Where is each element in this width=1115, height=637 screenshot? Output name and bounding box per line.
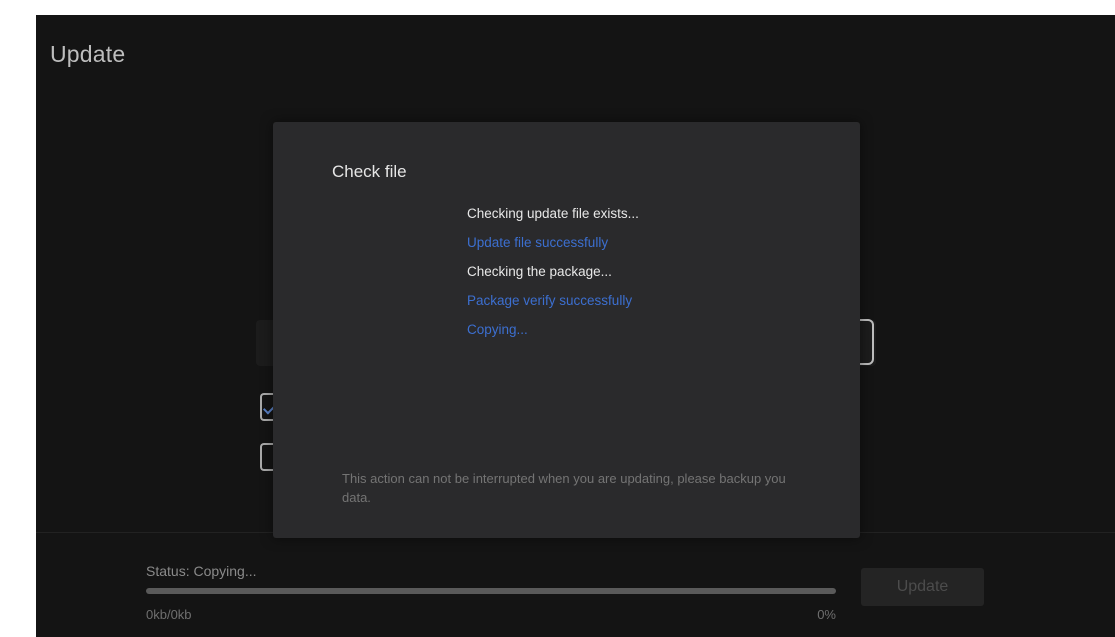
status-text: Status: Copying... <box>146 563 257 579</box>
page-title: Update <box>50 41 126 67</box>
log-line: Update file successfully <box>467 235 609 250</box>
check-file-dialog: Check file Checking update file exists..… <box>273 122 860 538</box>
log-line: Copying... <box>467 322 528 337</box>
log-line: Checking the package... <box>467 264 612 279</box>
percent-text: 0% <box>817 607 836 622</box>
progress-bar <box>146 588 836 594</box>
update-screen: Update Status: Copying... 0kb/0kb 0% Upd… <box>36 15 1115 637</box>
update-button[interactable]: Update <box>861 568 984 606</box>
update-log: Checking update file exists... Update fi… <box>467 202 639 347</box>
dialog-warning-note: This action can not be interrupted when … <box>342 471 786 505</box>
log-line: Checking update file exists... <box>467 206 639 221</box>
log-line: Package verify successfully <box>467 293 633 308</box>
dialog-title: Check file <box>332 162 407 181</box>
size-text: 0kb/0kb <box>146 607 192 622</box>
